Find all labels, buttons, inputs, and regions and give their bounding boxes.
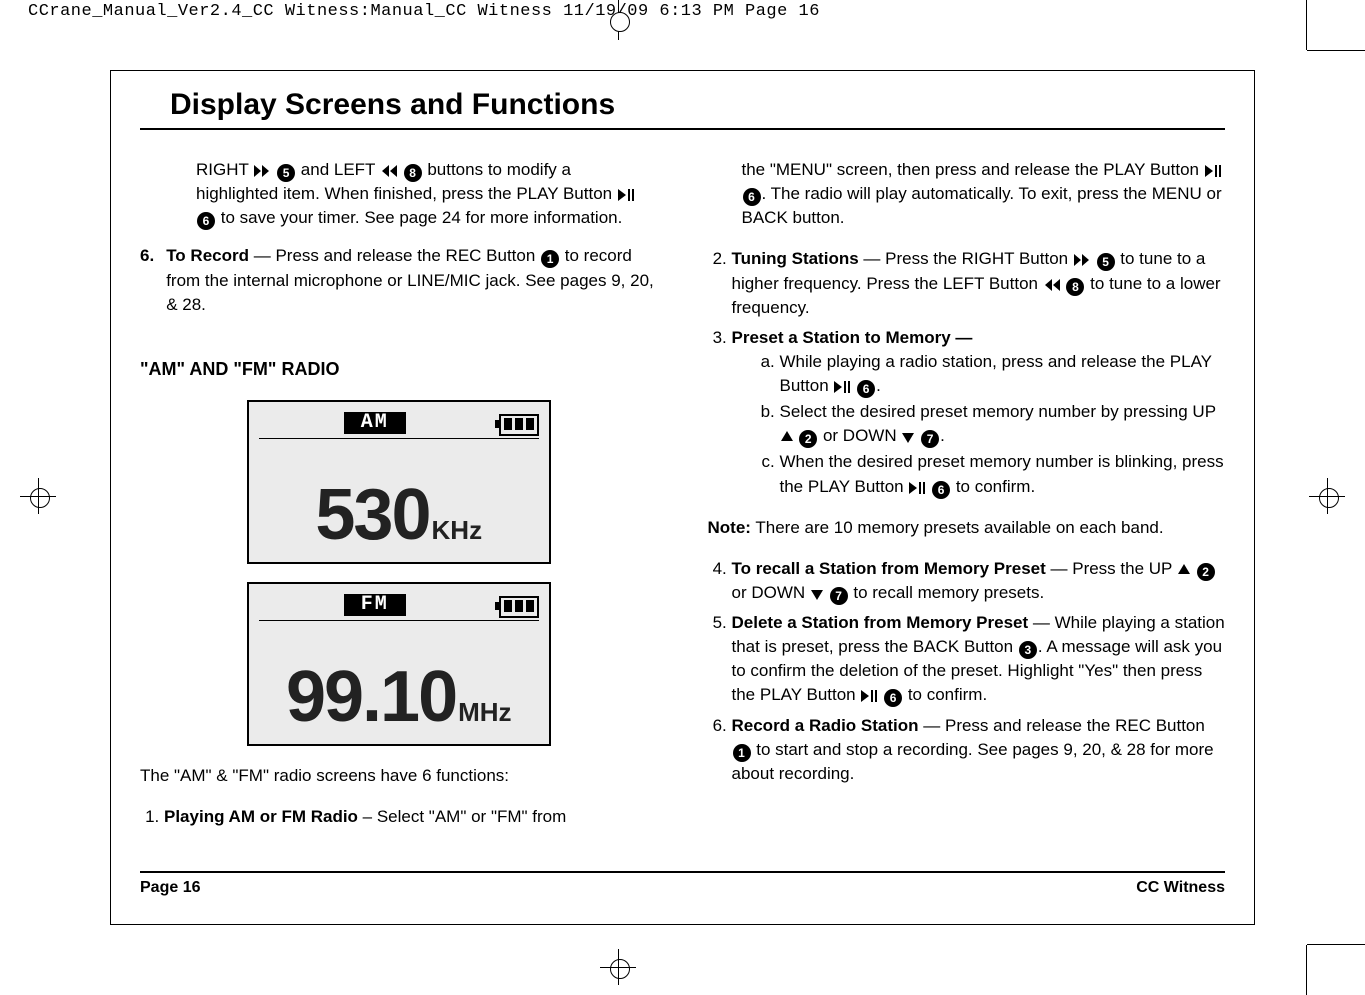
button-3-icon: 3 xyxy=(1019,641,1037,659)
list-number: 6. xyxy=(140,244,154,316)
play-pause-icon xyxy=(834,381,850,393)
down-arrow-icon xyxy=(811,588,823,600)
text: and LEFT xyxy=(301,160,375,179)
text: to recall memory presets. xyxy=(849,583,1045,602)
battery-icon xyxy=(499,414,539,436)
carryover-paragraph: RIGHT 5 and LEFT 8 buttons to modify a h… xyxy=(140,158,658,230)
text: . The radio will play automatically. To … xyxy=(742,184,1222,227)
list-item-6: 6. To Record — Press and release the REC… xyxy=(140,244,658,316)
button-7-icon: 7 xyxy=(830,587,848,605)
text: to confirm. xyxy=(951,477,1035,496)
button-5-icon: 5 xyxy=(277,164,295,182)
frequency-value: 99.10 xyxy=(286,657,456,737)
list-item: Delete a Station from Memory Preset — Wh… xyxy=(732,611,1226,708)
text: — Press the RIGHT Button xyxy=(859,249,1073,268)
text: Select the desired preset memory number … xyxy=(780,402,1216,421)
am-display-figure: AM 530KHz xyxy=(247,400,551,564)
button-6-icon: 6 xyxy=(743,188,761,206)
fm-display-figure: FM 99.10MHz xyxy=(247,582,551,746)
button-2-icon: 2 xyxy=(1197,563,1215,581)
note-label: Note: xyxy=(708,518,751,537)
play-pause-icon xyxy=(618,189,634,201)
list-item: To recall a Station from Memory Preset —… xyxy=(732,557,1226,605)
button-6-icon: 6 xyxy=(857,380,875,398)
frequency-unit: KHz xyxy=(432,515,483,545)
section-heading: "AM" AND "FM" RADIO xyxy=(140,357,658,383)
page-footer: Page 16 CC Witness xyxy=(140,871,1225,897)
right-fast-icon xyxy=(254,165,270,177)
list-item: Playing AM or FM Radio – Select "AM" or … xyxy=(164,805,658,829)
carryover-paragraph: the "MENU" screen, then press and releas… xyxy=(708,158,1226,230)
sub-list-item: When the desired preset memory number is… xyxy=(780,450,1226,498)
list-item: Record a Radio Station — Press and relea… xyxy=(732,714,1226,786)
left-fast-icon xyxy=(1044,279,1060,291)
page-title: Display Screens and Functions xyxy=(140,88,1225,130)
item-title: To Record xyxy=(166,246,249,265)
item-title: Record a Radio Station xyxy=(732,716,919,735)
frequency-unit: MHz xyxy=(458,697,511,727)
battery-icon xyxy=(499,596,539,618)
item-title: To recall a Station from Memory Preset xyxy=(732,559,1046,578)
mode-badge: FM xyxy=(344,594,406,616)
up-arrow-icon xyxy=(1178,564,1190,576)
text: to start and stop a recording. See pages… xyxy=(732,740,1214,783)
text: or DOWN xyxy=(818,426,901,445)
right-column: the "MENU" screen, then press and releas… xyxy=(708,158,1226,847)
button-2-icon: 2 xyxy=(799,430,817,448)
text: to save your timer. See page 24 for more… xyxy=(221,208,623,227)
text: or DOWN xyxy=(732,583,810,602)
down-arrow-icon xyxy=(902,431,914,443)
text: to confirm. xyxy=(903,685,987,704)
button-8-icon: 8 xyxy=(404,164,422,182)
play-pause-icon xyxy=(1205,165,1221,177)
left-fast-icon xyxy=(381,165,397,177)
item-title: Tuning Stations xyxy=(732,249,859,268)
crop-mark xyxy=(1307,50,1365,51)
crop-mark xyxy=(1306,945,1307,995)
play-pause-icon xyxy=(909,482,925,494)
mode-badge: AM xyxy=(344,412,406,434)
page-content: Display Screens and Functions RIGHT 5 an… xyxy=(140,88,1225,895)
sub-list-item: While playing a radio station, press and… xyxy=(780,350,1226,398)
list-item: Tuning Stations — Press the RIGHT Button… xyxy=(732,247,1226,319)
left-column: RIGHT 5 and LEFT 8 buttons to modify a h… xyxy=(140,158,658,847)
intro-text: The "AM" & "FM" radio screens have 6 fun… xyxy=(140,764,658,788)
button-6-icon: 6 xyxy=(884,689,902,707)
button-5-icon: 5 xyxy=(1097,253,1115,271)
text: There are 10 memory presets available on… xyxy=(751,518,1164,537)
play-pause-icon xyxy=(861,690,877,702)
button-6-icon: 6 xyxy=(932,481,950,499)
button-7-icon: 7 xyxy=(921,430,939,448)
sub-list-item: Select the desired preset memory number … xyxy=(780,400,1226,448)
list-item: Preset a Station to Memory — While playi… xyxy=(732,326,1226,499)
text: – Select "AM" or "FM" from xyxy=(358,807,566,826)
print-slug: CCrane_Manual_Ver2.4_CC Witness:Manual_C… xyxy=(0,0,1365,21)
page-number: Page 16 xyxy=(140,879,200,897)
text: — Press the UP xyxy=(1046,559,1177,578)
up-arrow-icon xyxy=(781,431,793,443)
item-title: Delete a Station from Memory Preset xyxy=(732,613,1029,632)
bottom-register-mark xyxy=(600,949,636,985)
right-fast-icon xyxy=(1074,254,1090,266)
button-6-icon: 6 xyxy=(197,212,215,230)
button-1-icon: 1 xyxy=(733,744,751,762)
right-register-mark xyxy=(1309,478,1345,514)
item-title: Preset a Station to Memory — xyxy=(732,328,973,347)
crop-mark xyxy=(1306,0,1307,50)
text: RIGHT xyxy=(196,160,249,179)
left-register-mark xyxy=(20,478,56,514)
crop-mark xyxy=(1307,944,1365,945)
top-register-mark xyxy=(600,0,636,40)
text: — Press and release the REC Button xyxy=(919,716,1205,735)
button-8-icon: 8 xyxy=(1066,278,1084,296)
frequency-value: 530 xyxy=(315,475,429,555)
button-1-icon: 1 xyxy=(541,250,559,268)
text: the "MENU" screen, then press and releas… xyxy=(742,160,1204,179)
item-title: Playing AM or FM Radio xyxy=(164,807,358,826)
text: — Press and release the REC Button xyxy=(249,246,540,265)
product-name: CC Witness xyxy=(1136,879,1225,897)
note-paragraph: Note: There are 10 memory presets availa… xyxy=(708,516,1226,540)
